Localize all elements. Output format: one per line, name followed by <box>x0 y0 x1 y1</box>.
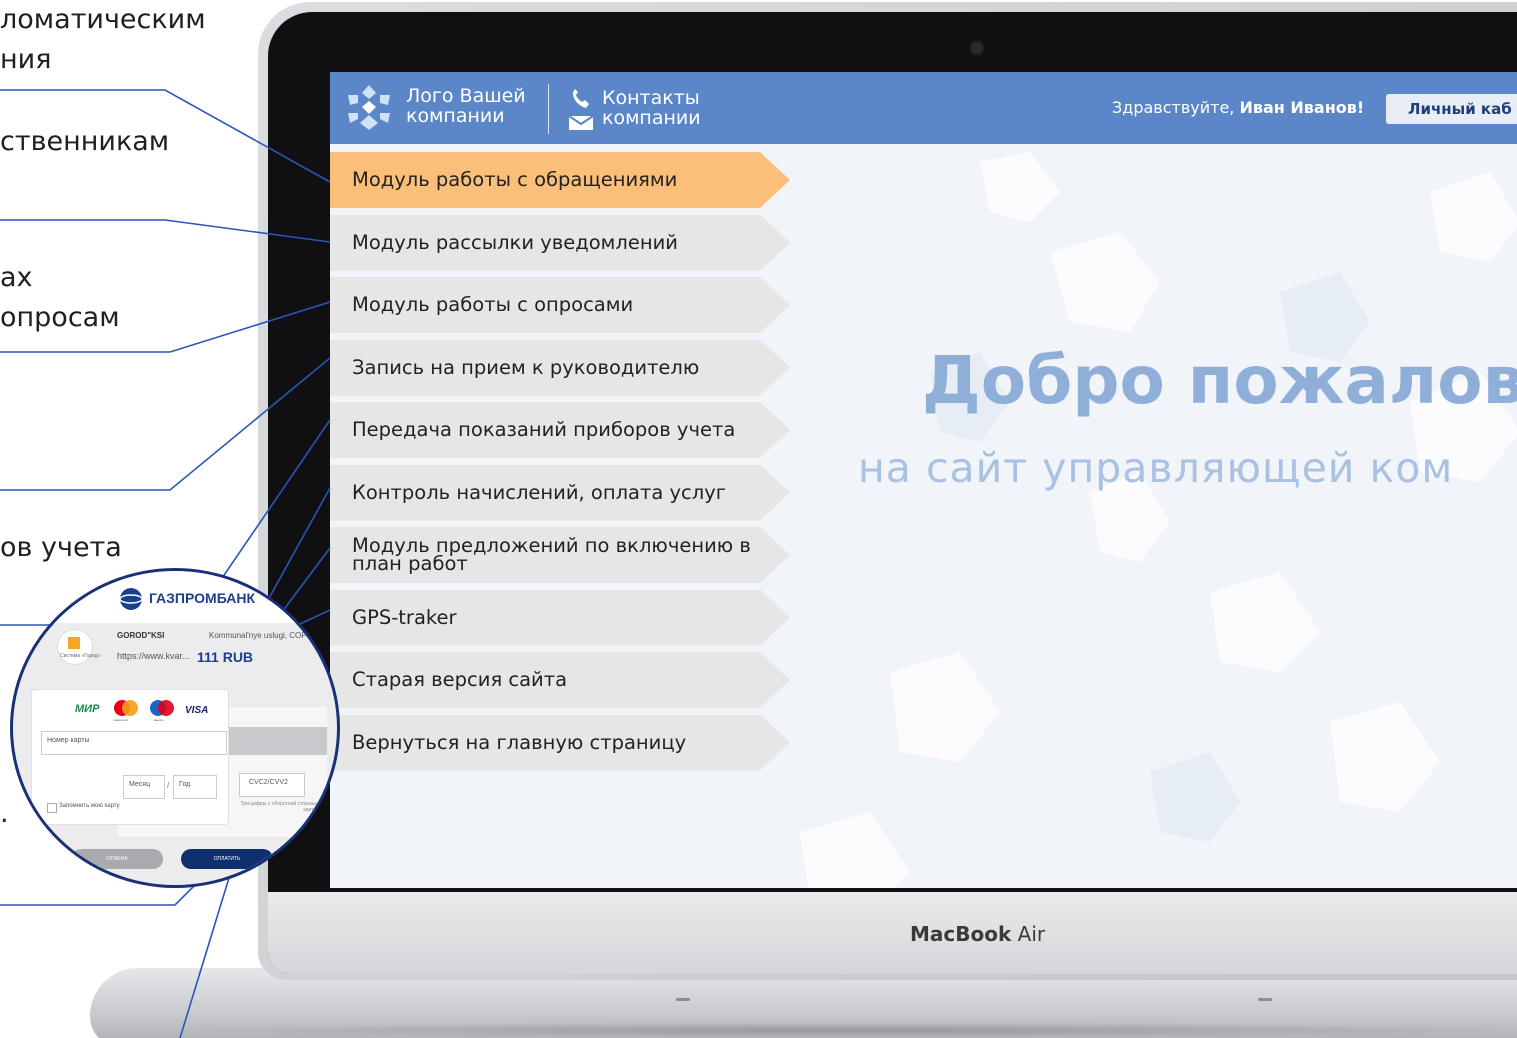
menu-item-label: Модуль работы с обращениями <box>352 168 678 191</box>
phone-mail-icon <box>568 89 594 130</box>
menu-item[interactable]: Запись на прием к руководителю <box>330 339 790 396</box>
promo-stage: ломатическим ния ственникам ах опросам о… <box>0 0 1517 1038</box>
cvc-placeholder: CVC2/CVV2 <box>249 779 288 786</box>
merchant-logo-icon <box>68 637 80 649</box>
cancel-button[interactable]: ОТМЕНА <box>71 849 163 869</box>
menu-item[interactable]: GPS-traker <box>330 589 790 646</box>
mastercard-caption: mastercard <box>113 718 129 722</box>
menu-item[interactable]: Модуль рассылки уведомлений <box>330 214 790 271</box>
logo-icon <box>348 85 390 130</box>
maestro-logo-icon <box>150 700 174 716</box>
menu-item-label: Вернуться на главную страницу <box>352 730 687 754</box>
menu-item-label: Модуль предложений по включению в план р… <box>352 534 751 575</box>
menu-item[interactable]: Вернуться на главную страницу <box>330 714 790 771</box>
menu-item[interactable]: Контроль начислений, оплата услуг <box>330 464 790 521</box>
merchant-system-label: Система «Город» <box>60 653 101 659</box>
base-foot <box>1258 998 1272 1001</box>
menu-item[interactable]: Передача показаний приборов учета <box>330 402 790 458</box>
menu-item-label: Контроль начислений, оплата услуг <box>352 480 727 504</box>
menu-item-label: Передача показаний приборов учета <box>352 418 736 441</box>
menu-item[interactable]: Модуль работы с обращениями <box>330 152 790 208</box>
menu-item-label: Запись на прием к руководителю <box>352 355 700 379</box>
callout-text-1: ломатическим ния <box>0 4 206 75</box>
site-header: Лого Вашей компании Контакты компании Зд… <box>330 72 1517 144</box>
merchant-url[interactable]: https://www.kvar... <box>117 651 190 661</box>
welcome-subtitle: на сайт управляющей ком <box>858 444 1454 492</box>
menu-item[interactable]: Модуль предложений по включению в план р… <box>330 527 790 583</box>
logo-text[interactable]: Лого Вашей компании <box>406 86 526 126</box>
callout-text-3: ах опросам <box>0 262 120 333</box>
cvc-hint: Три цифры с оборотной стороны карты <box>240 801 317 813</box>
menu-item-label: Модуль работы с опросами <box>352 293 634 316</box>
menu-item-label: Старая версия сайта <box>352 668 568 691</box>
payment-zoom-circle: ГАЗПРОМБАНК Система «Город» GOROD"KSI Ko… <box>10 568 340 888</box>
callout-text-4: ов учета <box>0 532 122 563</box>
remember-card-label: Запомнить мою карту <box>59 803 120 809</box>
website-screen: Лого Вашей компании Контакты компании Зд… <box>330 72 1517 888</box>
module-menu: Модуль работы с обращениями Модуль рассыл… <box>330 152 790 777</box>
header-divider <box>548 84 549 134</box>
user-greeting: Здравствуйте, Иван Иванов! <box>1112 98 1365 117</box>
callout-text-2: ственникам <box>0 126 170 157</box>
maestro-caption: maestro <box>153 718 164 722</box>
personal-cabinet-button[interactable]: Личный каб <box>1386 94 1517 124</box>
payment-amount: 111 RUB <box>197 649 254 665</box>
laptop-brand: MacBook Air <box>910 922 1046 946</box>
date-separator: / <box>167 781 170 790</box>
mastercard-logo-icon <box>114 700 138 716</box>
laptop-shadow <box>180 1022 1517 1038</box>
user-name: Иван Иванов! <box>1239 98 1365 117</box>
year-placeholder: Год <box>179 781 191 788</box>
bank-logo-icon <box>119 588 143 610</box>
menu-item-label: Модуль рассылки уведомлений <box>352 230 678 254</box>
month-placeholder: Месяц <box>129 781 151 788</box>
mir-logo-icon: МИР <box>75 703 100 715</box>
laptop-chin <box>268 892 1517 974</box>
callout-text-5: . <box>0 798 9 829</box>
card-number-placeholder: Номер карты <box>47 737 90 744</box>
remember-card-checkbox[interactable] <box>47 803 57 813</box>
menu-item[interactable]: Модуль работы с опросами <box>330 277 790 333</box>
welcome-title: Добро пожалов <box>922 342 1517 419</box>
base-foot <box>676 998 690 1001</box>
payment-description: Kommunal'nye uslugi, COP - Xa <box>209 631 324 640</box>
menu-item-label: GPS-traker <box>352 605 457 629</box>
visa-logo-icon: VISA <box>185 705 209 716</box>
contacts-text[interactable]: Контакты компании <box>602 88 701 128</box>
camera-icon <box>971 42 983 54</box>
merchant-name: GOROD"KSI <box>117 631 165 640</box>
pay-button[interactable]: ОПЛАТИТЬ <box>181 849 273 869</box>
bank-name: ГАЗПРОМБАНК <box>149 590 255 606</box>
menu-item[interactable]: Старая версия сайта <box>330 652 790 708</box>
